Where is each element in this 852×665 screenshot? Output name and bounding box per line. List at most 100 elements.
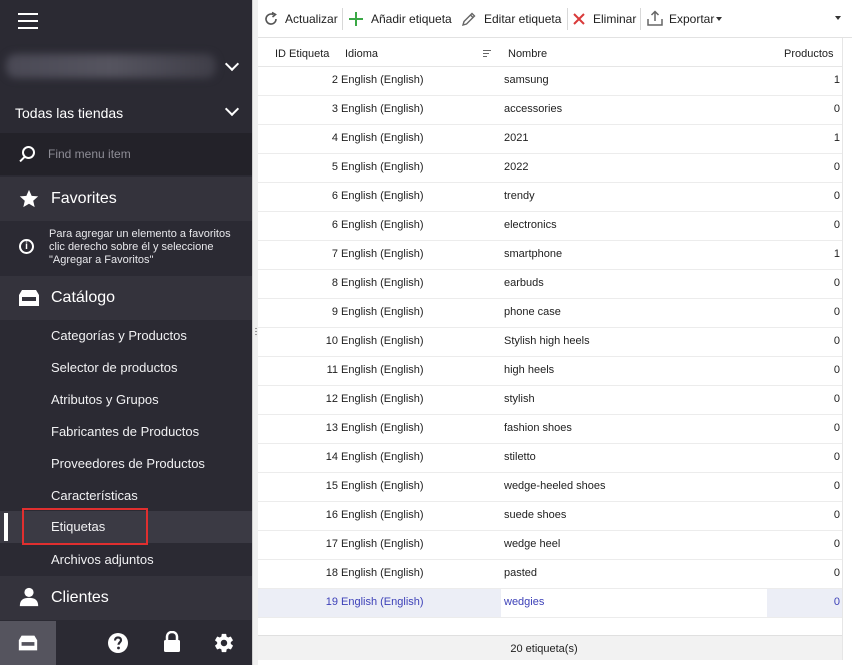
chevron-down-icon[interactable]	[224, 101, 240, 117]
vertical-scrollbar[interactable]	[842, 38, 852, 660]
lock-button[interactable]	[150, 621, 194, 665]
add-tag-button[interactable]: Añadir etiqueta	[348, 8, 454, 30]
edit-tag-button[interactable]: Editar etiqueta	[461, 8, 565, 30]
table-row[interactable]: 13 English (English) fashion shoes 0	[258, 415, 842, 444]
catalog-shortcut-button[interactable]	[0, 621, 56, 665]
favorites-hint-text: Para agregar un elemento a favoritos cli…	[49, 228, 231, 266]
table-row[interactable]: 11 English (English) high heels 0	[258, 357, 842, 386]
cell-name: accessories	[504, 103, 563, 115]
table-row[interactable]: 12 English (English) stylish 0	[258, 386, 842, 415]
cell-language: English (English)	[341, 161, 424, 173]
table-row[interactable]: 15 English (English) wedge-heeled shoes 0	[258, 473, 842, 502]
catalog-title: Catálogo	[51, 289, 116, 306]
table-row[interactable]: 2 English (English) samsung 1	[258, 67, 842, 96]
lock-icon	[164, 631, 180, 652]
cell-tag-id: 8	[331, 277, 338, 289]
table-row[interactable]: 16 English (English) suede shoes 0	[258, 502, 842, 531]
cell-tag-id: 2	[331, 74, 338, 86]
table-row[interactable]: 8 English (English) earbuds 0	[258, 270, 842, 299]
column-header-language[interactable]: Idioma	[345, 48, 378, 60]
delete-label: Eliminar	[593, 12, 637, 26]
sidebar-item-label: Etiquetas	[51, 519, 106, 534]
cell-tag-id: 7	[331, 248, 338, 260]
cell-products: 0	[833, 335, 840, 347]
help-icon	[108, 633, 128, 653]
sidebar-item-label: Atributos y Grupos	[51, 392, 159, 407]
table-row[interactable]: 10 English (English) Stylish high heels 0	[258, 328, 842, 357]
blurred-account-name	[6, 54, 216, 78]
cell-language: English (English)	[341, 364, 424, 376]
cell-language: English (English)	[341, 596, 424, 608]
column-header-tag-id[interactable]: ID Etiqueta	[275, 48, 329, 60]
store-selector-label: Todas las tiendas	[15, 105, 124, 121]
sidebar-item-manufacturers[interactable]: Fabricantes de Productos	[0, 416, 252, 448]
customers-title: Clientes	[51, 589, 109, 606]
sidebar-item-categories-products[interactable]: Categorías y Productos	[0, 320, 252, 352]
table-row[interactable]: 18 English (English) pasted 0	[258, 560, 842, 589]
sidebar-item-features[interactable]: Características	[0, 480, 252, 512]
table-row[interactable]: 14 English (English) stiletto 0	[258, 444, 842, 473]
chevron-down-icon[interactable]	[224, 56, 240, 72]
sidebar-section-favorites[interactable]: Favorites	[0, 177, 252, 221]
sidebar-section-customers[interactable]: Clientes	[0, 576, 252, 620]
table-row[interactable]: 5 English (English) 2022 0	[258, 154, 842, 183]
store-selector[interactable]: Todas las tiendas	[0, 94, 252, 130]
sidebar-item-suppliers[interactable]: Proveedores de Productos	[0, 448, 252, 480]
cell-products: 0	[833, 480, 840, 492]
export-button[interactable]: Exportar	[647, 8, 725, 30]
table-row[interactable]: 17 English (English) wedge heel 0	[258, 531, 842, 560]
cell-products: 0	[833, 161, 840, 173]
table-row[interactable]: 3 English (English) accessories 0	[258, 96, 842, 125]
column-header-products[interactable]: Productos	[784, 48, 834, 60]
sidebar-item-product-selector[interactable]: Selector de productos	[0, 352, 252, 384]
cell-name: earbuds	[504, 277, 544, 289]
sidebar-section-catalog[interactable]: Catálogo	[0, 276, 252, 320]
export-icon	[647, 10, 663, 26]
edit-tag-label: Editar etiqueta	[484, 12, 562, 26]
menu-search-input[interactable]	[48, 145, 238, 163]
table-row[interactable]: 4 English (English) 2021 1	[258, 125, 842, 154]
sidebar-bottom-bar	[0, 621, 252, 665]
sort-icon[interactable]	[483, 50, 491, 58]
table-row[interactable]: 19 English (English) wedgies 0	[258, 589, 842, 618]
cell-tag-id: 13	[325, 422, 338, 434]
toolbar-overflow-icon[interactable]	[835, 16, 841, 20]
cell-name: pasted	[504, 567, 538, 579]
settings-button[interactable]	[202, 621, 246, 665]
sidebar-item-attributes-groups[interactable]: Atributos y Grupos	[0, 384, 252, 416]
refresh-button[interactable]: Actualizar	[263, 8, 343, 30]
table-row[interactable]: 9 English (English) phone case 0	[258, 299, 842, 328]
column-header-name[interactable]: Nombre	[508, 48, 547, 60]
cell-tag-id: 6	[331, 219, 338, 231]
cell-name: phone case	[504, 306, 561, 318]
cell-language: English (English)	[341, 277, 424, 289]
record-count: 20 etiqueta(s)	[510, 643, 578, 655]
sidebar-item-tags[interactable]: Etiquetas	[0, 511, 252, 543]
table-row[interactable]: 6 English (English) trendy 0	[258, 183, 842, 212]
cell-name: suede shoes	[504, 509, 567, 521]
cell-name: wedge-heeled shoes	[504, 480, 606, 492]
cell-products: 0	[833, 422, 840, 434]
blurred-account-selector[interactable]	[0, 40, 252, 92]
hamburger-menu-icon[interactable]	[18, 13, 38, 29]
sidebar-item-label: Categorías y Productos	[51, 328, 187, 343]
cell-language: English (English)	[341, 451, 424, 463]
caret-down-icon	[716, 17, 722, 21]
help-button[interactable]	[96, 621, 140, 665]
toolbar-separator	[342, 8, 343, 30]
toolbar: Actualizar Añadir etiqueta Editar etique…	[258, 0, 852, 38]
cell-products: 1	[833, 248, 840, 260]
cell-products: 0	[833, 393, 840, 405]
cell-tag-id: 16	[325, 509, 338, 521]
delete-button[interactable]: Eliminar	[572, 8, 640, 30]
cell-name: samsung	[504, 74, 549, 86]
cell-tag-id: 18	[325, 567, 338, 579]
cell-name: 2022	[504, 161, 529, 173]
table-row[interactable]: 7 English (English) smartphone 1	[258, 241, 842, 270]
sidebar-item-attachments[interactable]: Archivos adjuntos	[0, 544, 252, 576]
cell-tag-id: 4	[331, 132, 338, 144]
cell-language: English (English)	[341, 567, 424, 579]
table-row[interactable]: 6 English (English) electronics 0	[258, 212, 842, 241]
cell-tag-id: 19	[325, 596, 338, 608]
sidebar-item-label: Fabricantes de Productos	[51, 424, 200, 439]
